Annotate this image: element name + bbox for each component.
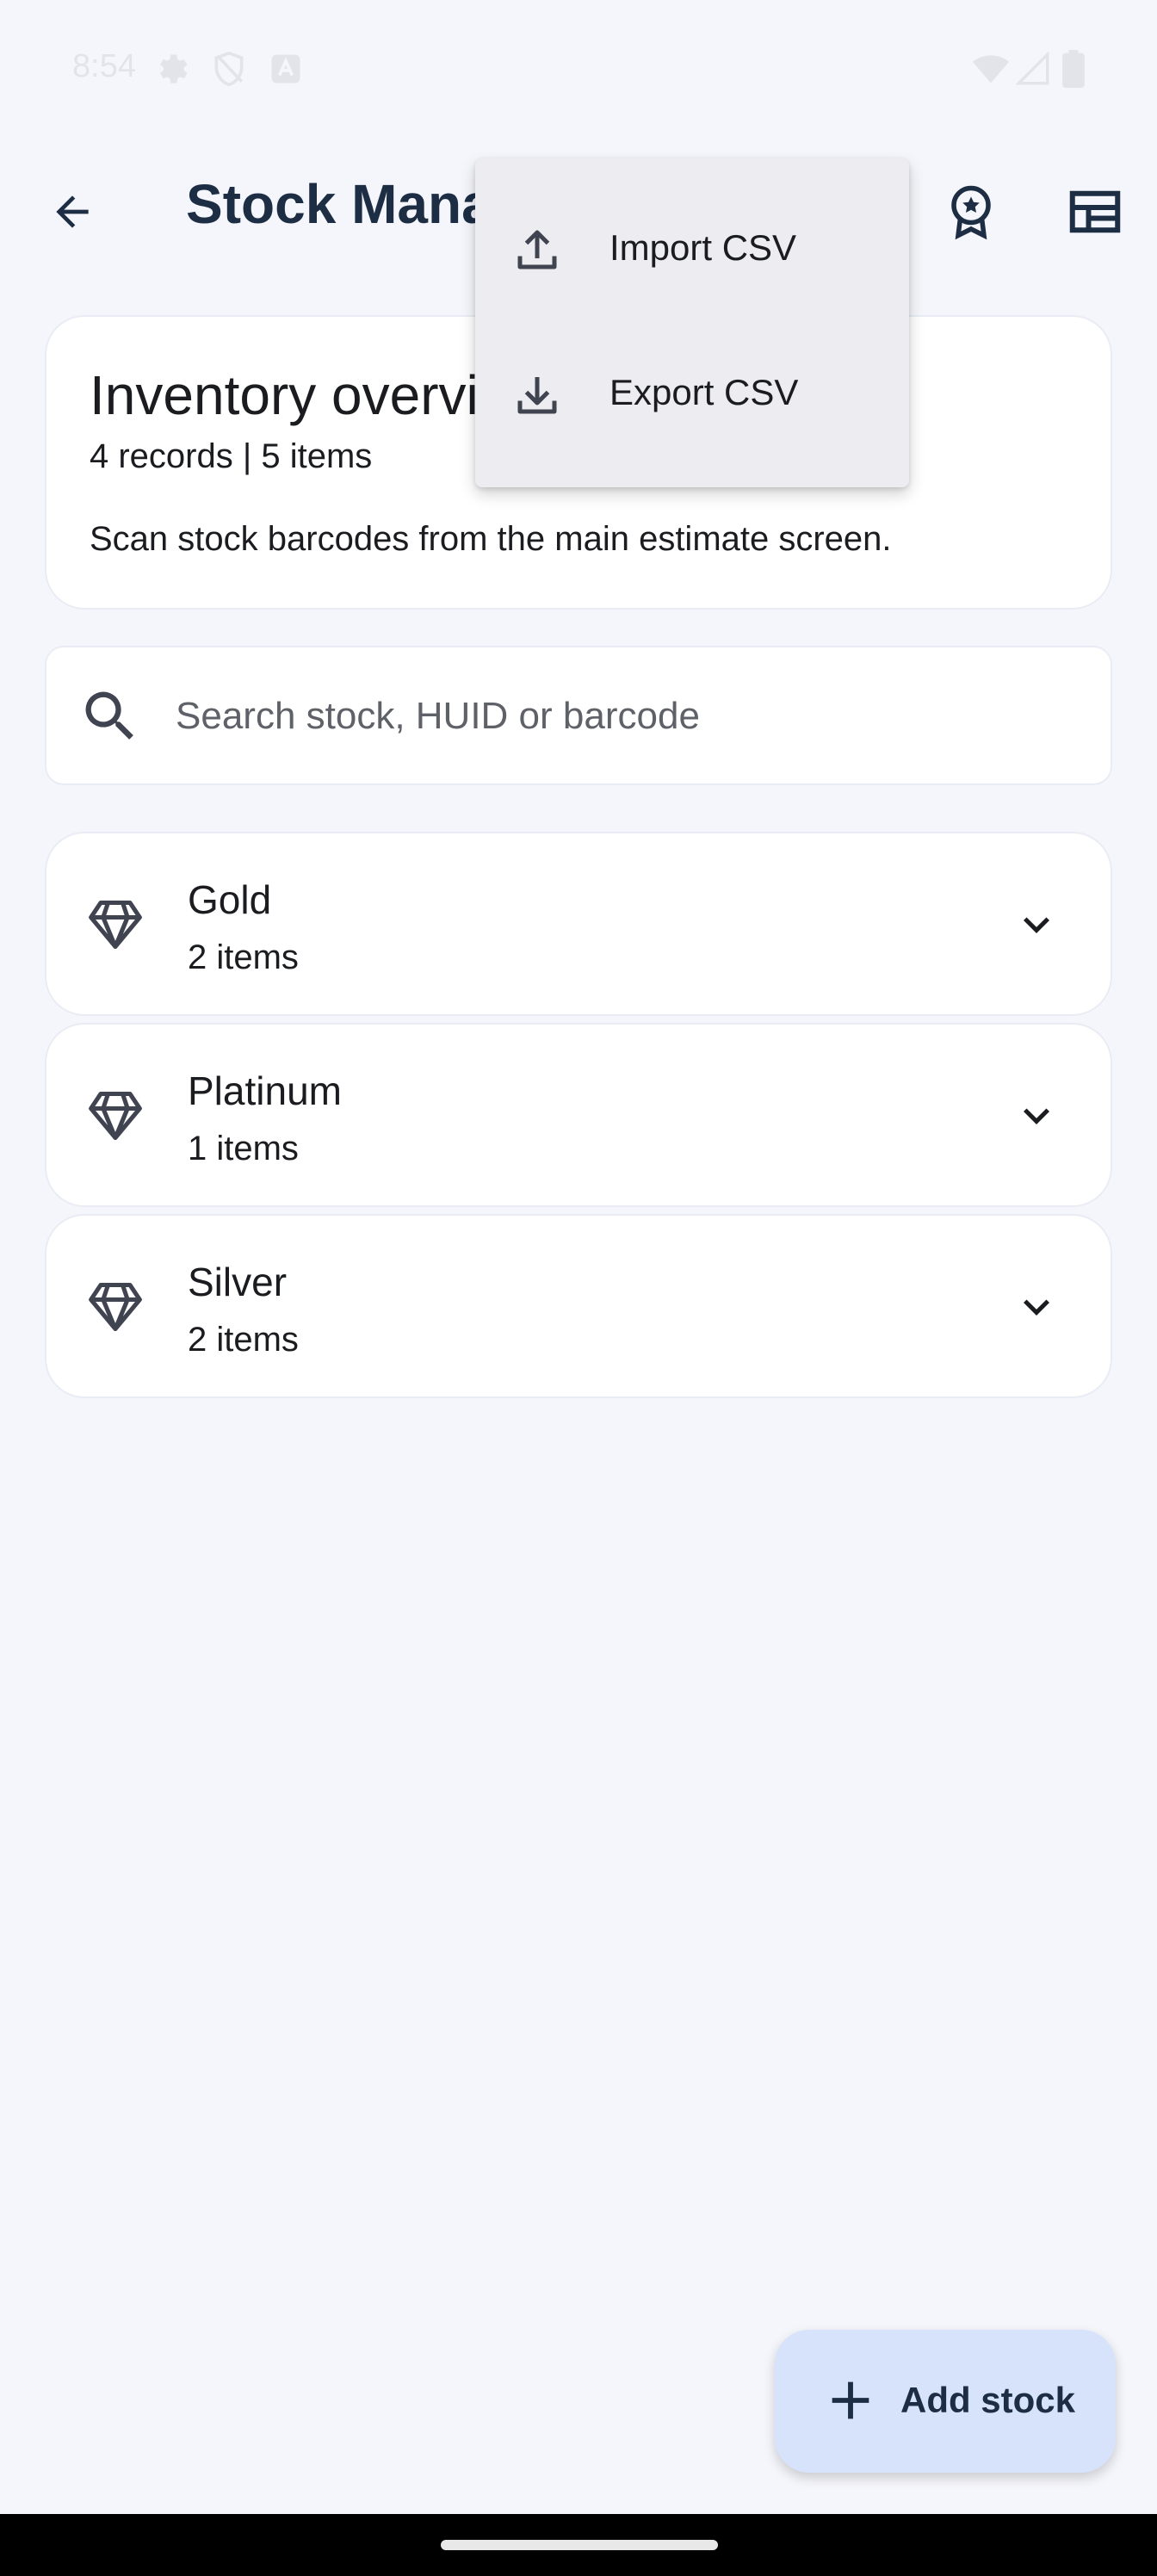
- search-icon: [85, 691, 133, 740]
- wifi-icon: [972, 55, 1010, 84]
- overflow-menu: Import CSV Export CSV: [475, 158, 909, 487]
- overview-summary: 4 records | 5 items: [90, 437, 373, 475]
- category-count: 2 items: [188, 1321, 299, 1359]
- plus-icon: [832, 2381, 869, 2419]
- status-bar: 8:54: [0, 0, 1157, 138]
- award-badge-icon: [951, 185, 991, 240]
- category-row-silver[interactable]: Silver 2 items: [45, 1214, 1112, 1398]
- shield-icon: [214, 51, 244, 87]
- category-count: 1 items: [188, 1130, 299, 1167]
- category-name: Silver: [188, 1260, 288, 1304]
- diamond-icon: [89, 1091, 142, 1141]
- menu-item-label: Export CSV: [609, 372, 799, 412]
- cellular-signal-icon: [1016, 51, 1049, 85]
- settings-icon: [160, 54, 188, 84]
- chevron-down-icon[interactable]: [1011, 1281, 1062, 1333]
- back-button[interactable]: [34, 174, 110, 250]
- award-button[interactable]: [933, 174, 1009, 250]
- navigation-bar: [0, 2514, 1157, 2576]
- search-input[interactable]: [176, 682, 1071, 751]
- chevron-down-icon[interactable]: [1011, 899, 1062, 951]
- dashboard-table-icon: [1069, 190, 1121, 233]
- menu-item-import-csv[interactable]: Import CSV: [475, 176, 909, 320]
- search-box[interactable]: [45, 646, 1112, 785]
- upload-icon: [517, 230, 557, 269]
- chevron-down-icon[interactable]: [1011, 1090, 1062, 1142]
- battery-icon: [1062, 50, 1085, 88]
- stock-management-screen: 8:54 Stock Management Inventory overview…: [0, 0, 1157, 2576]
- category-row-gold[interactable]: Gold 2 items: [45, 832, 1112, 1016]
- category-name: Platinum: [188, 1068, 342, 1113]
- add-stock-button[interactable]: Add stock: [775, 2330, 1116, 2473]
- overview-hint: Scan stock barcodes from the main estima…: [90, 520, 892, 558]
- status-time: 8:54: [72, 48, 136, 84]
- dashboard-button[interactable]: [1057, 174, 1133, 250]
- category-name: Gold: [188, 877, 272, 922]
- add-stock-label: Add stock: [900, 2380, 1076, 2420]
- arrow-back-icon: [56, 195, 89, 228]
- menu-item-label: Import CSV: [609, 227, 797, 268]
- category-count: 2 items: [188, 938, 299, 976]
- category-row-platinum[interactable]: Platinum 1 items: [45, 1023, 1112, 1207]
- download-icon: [517, 377, 557, 414]
- home-gesture-handle[interactable]: [441, 2540, 718, 2550]
- diamond-icon: [89, 1282, 142, 1332]
- app-notification-icon: [271, 54, 300, 84]
- diamond-icon: [89, 900, 142, 950]
- menu-item-export-csv[interactable]: Export CSV: [475, 320, 909, 465]
